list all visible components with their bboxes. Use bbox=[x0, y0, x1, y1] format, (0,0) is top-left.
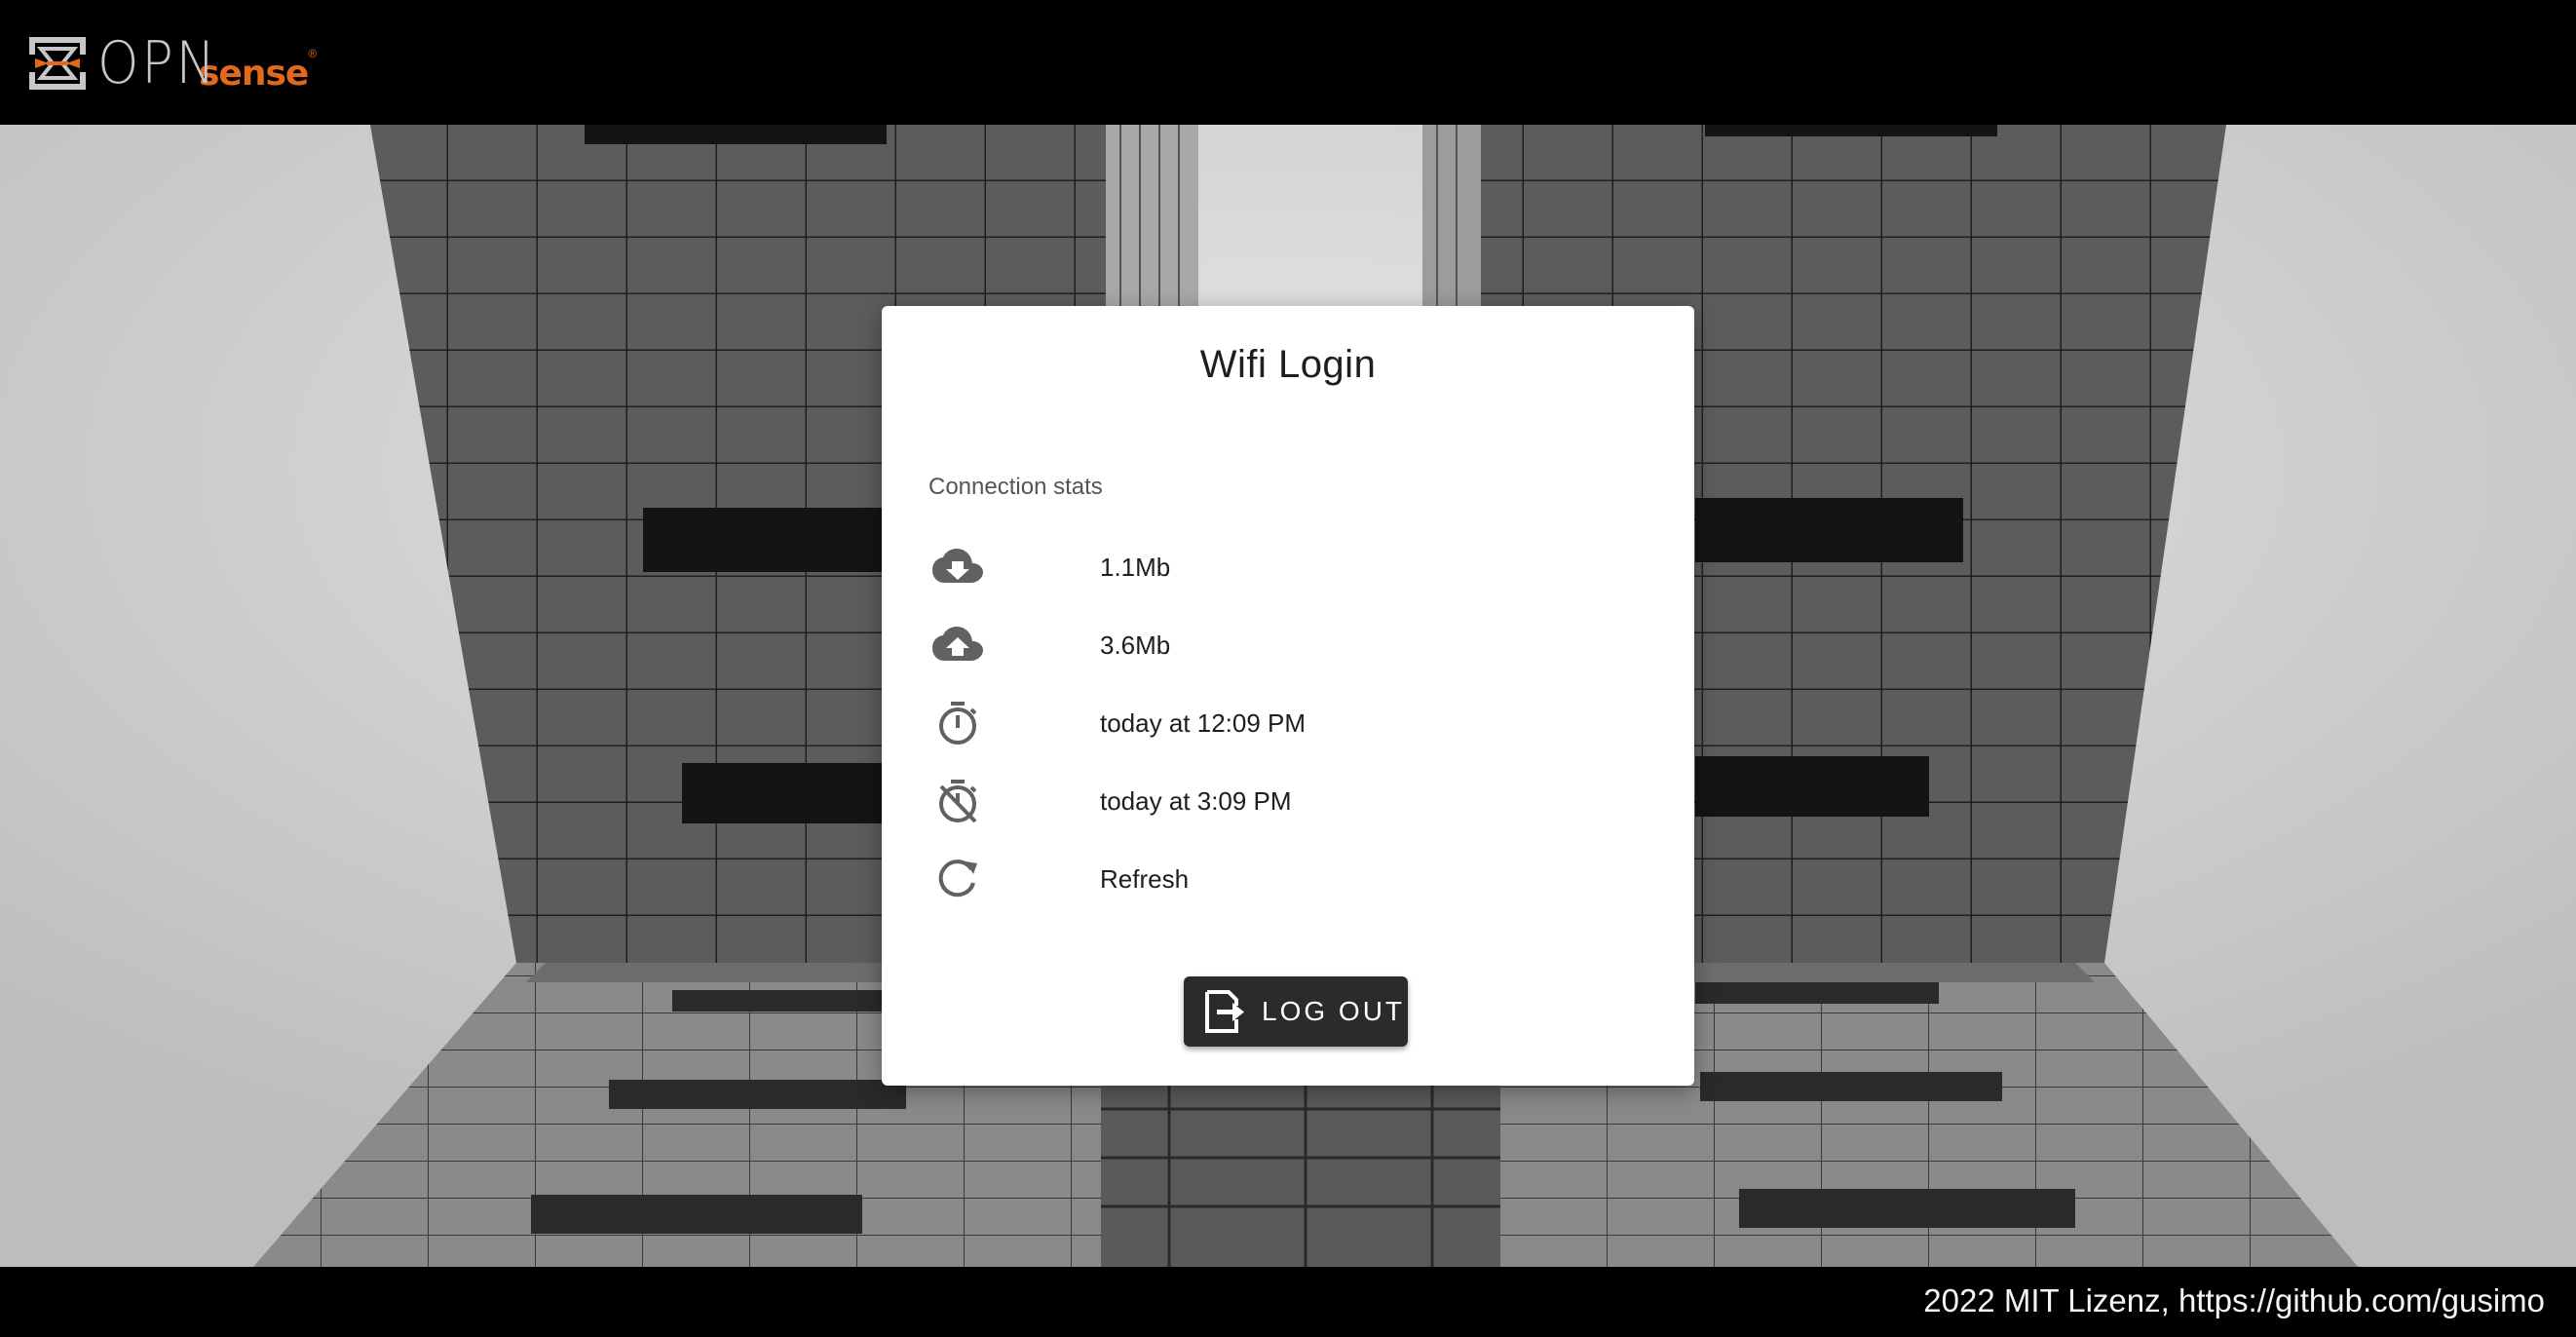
refresh-button[interactable]: Refresh bbox=[928, 850, 1649, 908]
card-title: Wifi Login bbox=[1199, 343, 1377, 386]
cloud-download-icon bbox=[928, 538, 987, 596]
logout-label: LOG OUT bbox=[1262, 996, 1406, 1026]
upload-value: 3.6Mb bbox=[1100, 630, 1171, 660]
logo-opn-text: OPN bbox=[97, 29, 218, 97]
footer: 2022 MIT Lizenz, https://github.com/gusi… bbox=[0, 1267, 2576, 1337]
download-value: 1.1Mb bbox=[1100, 552, 1171, 582]
opnsense-logo-icon bbox=[29, 37, 86, 90]
stat-row-download: 1.1Mb bbox=[928, 538, 1649, 596]
session-start-value: today at 12:09 PM bbox=[1100, 707, 1307, 738]
wifi-login-card: Wifi Login Connection stats 1.1Mb 3.6Mb bbox=[882, 306, 1694, 1086]
top-bar: OPN sense ® bbox=[0, 0, 2576, 125]
opnsense-logo[interactable]: OPN sense ® bbox=[27, 33, 317, 94]
stat-row-session-end: today at 3:09 PM bbox=[928, 772, 1649, 830]
timer-off-icon bbox=[928, 772, 987, 830]
connection-stats-label: Connection stats bbox=[928, 474, 1103, 500]
timer-icon bbox=[928, 694, 987, 752]
refresh-icon[interactable] bbox=[928, 850, 987, 908]
stat-row-upload: 3.6Mb bbox=[928, 616, 1649, 674]
logo-registered-mark: ® bbox=[308, 47, 318, 60]
refresh-label[interactable]: Refresh bbox=[1100, 864, 1189, 895]
logout-button[interactable]: LOG OUT bbox=[1184, 976, 1408, 1047]
footer-license-text: 2022 MIT Lizenz, https://github.com/gusi… bbox=[1923, 1282, 2545, 1318]
cloud-upload-icon bbox=[928, 616, 987, 674]
session-end-value: today at 3:09 PM bbox=[1100, 785, 1292, 816]
logout-icon bbox=[1205, 990, 1244, 1033]
stat-row-session-start: today at 12:09 PM bbox=[928, 694, 1649, 752]
